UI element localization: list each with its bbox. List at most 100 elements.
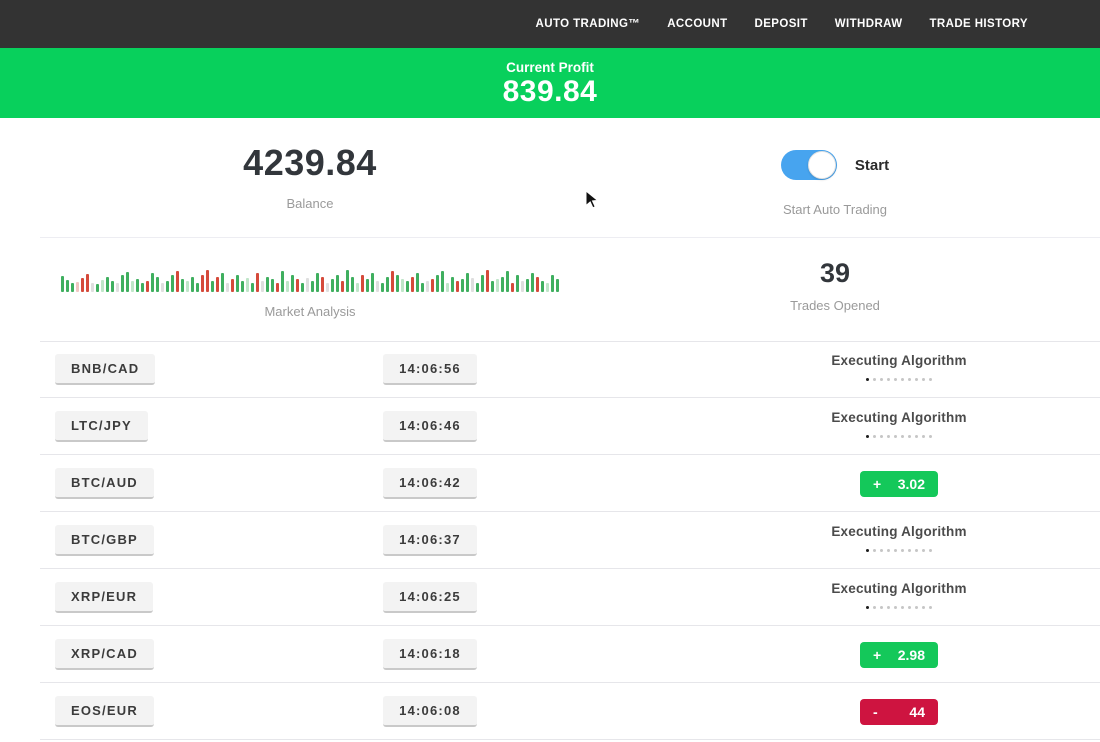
trade-row-xrp-cad: XRP/CAD14:06:18+2.98 — [0, 626, 1100, 683]
market-bar — [241, 281, 244, 292]
toggle-state-label: Start — [855, 157, 889, 174]
market-bar — [236, 275, 239, 292]
market-bar — [256, 273, 259, 292]
market-bar — [466, 273, 469, 292]
market-bar — [291, 275, 294, 292]
market-bar — [126, 272, 129, 292]
market-bar — [436, 275, 439, 292]
pair-badge: XRP/CAD — [55, 639, 154, 670]
progress-dot — [894, 435, 897, 438]
market-bar — [261, 281, 264, 292]
balance-label: Balance — [287, 196, 334, 211]
market-bar — [141, 283, 144, 292]
market-bar — [486, 270, 489, 292]
progress-dot — [873, 435, 876, 438]
trade-row-bnb-cad: BNB/CAD14:06:56Executing Algorithm — [0, 341, 1100, 398]
market-analysis-label: Market Analysis — [264, 304, 355, 319]
progress-dot — [880, 435, 883, 438]
progress-dot — [866, 435, 869, 438]
market-bar — [71, 283, 74, 292]
pair-badge: XRP/EUR — [55, 582, 153, 613]
progress-dot — [866, 549, 869, 552]
market-bar — [441, 271, 444, 292]
executing-label: Executing Algorithm — [831, 581, 966, 596]
loss-badge: - 44 — [860, 699, 938, 725]
progress-dot — [915, 435, 918, 438]
time-badge: 14:06:37 — [383, 525, 477, 556]
stats-top-row: 4239.84 Balance Start Start Auto Trading — [0, 118, 1100, 238]
progress-dot — [908, 435, 911, 438]
market-bar — [556, 279, 559, 292]
progress-dot — [880, 378, 883, 381]
result-value: 3.02 — [898, 476, 925, 492]
profit-banner: Current Profit 839.84 — [0, 48, 1100, 118]
progress-dot — [887, 606, 890, 609]
status-executing: Executing Algorithm — [831, 353, 966, 386]
progress-dot — [894, 378, 897, 381]
market-bar — [86, 274, 89, 292]
toggle-knob — [808, 151, 836, 179]
result-sign: + — [873, 476, 881, 492]
market-bar — [156, 277, 159, 292]
executing-label: Executing Algorithm — [831, 353, 966, 368]
top-nav: AUTO TRADING™ ACCOUNT DEPOSIT WITHDRAW TRADE… — [0, 0, 1100, 48]
progress-dot — [922, 606, 925, 609]
market-bar — [316, 273, 319, 292]
market-bar — [341, 281, 344, 292]
status-executing: Executing Algorithm — [831, 410, 966, 443]
nav-item-deposit[interactable]: DEPOSIT — [755, 18, 808, 30]
progress-dot — [894, 606, 897, 609]
market-bar — [96, 284, 99, 292]
progress-dot — [887, 435, 890, 438]
market-bar — [356, 283, 359, 292]
market-bar — [351, 277, 354, 292]
progress-dot — [922, 549, 925, 552]
pair-badge: EOS/EUR — [55, 696, 154, 727]
market-bar — [331, 279, 334, 292]
time-badge: 14:06:25 — [383, 582, 477, 613]
market-bar — [116, 283, 119, 292]
nav-item-account[interactable]: ACCOUNT — [667, 18, 727, 30]
market-bar — [171, 275, 174, 292]
pair-badge: BTC/GBP — [55, 525, 154, 556]
nav-item-withdraw[interactable]: WITHDRAW — [835, 18, 903, 30]
progress-dot — [922, 435, 925, 438]
market-bar — [366, 279, 369, 292]
market-bar — [66, 280, 69, 292]
market-bar — [426, 281, 429, 292]
market-bar — [186, 281, 189, 292]
start-auto-trading-toggle[interactable] — [781, 150, 837, 180]
market-bar — [376, 281, 379, 292]
result-sign: - — [873, 704, 878, 720]
progress-dot — [887, 549, 890, 552]
market-bar — [166, 281, 169, 292]
market-bar — [81, 278, 84, 292]
progress-dot — [929, 606, 932, 609]
market-bar — [211, 281, 214, 292]
market-bar — [76, 282, 79, 292]
market-bar — [461, 279, 464, 292]
market-bar — [416, 273, 419, 292]
market-bar — [271, 279, 274, 292]
market-bar — [326, 283, 329, 292]
pair-badge: LTC/JPY — [55, 411, 148, 442]
trades-list: BNB/CAD14:06:56Executing AlgorithmLTC/JP… — [0, 341, 1100, 740]
market-bar — [476, 283, 479, 292]
market-bar — [311, 281, 314, 292]
trade-row-btc-gbp: BTC/GBP14:06:37Executing Algorithm — [0, 512, 1100, 569]
time-badge: 14:06:56 — [383, 354, 477, 385]
market-bar — [161, 283, 164, 292]
nav-item-trade-history[interactable]: TRADE HISTORY — [930, 18, 1029, 30]
market-bar — [496, 279, 499, 292]
progress-dots — [866, 435, 932, 438]
market-bar — [531, 273, 534, 292]
result-value: 44 — [909, 704, 925, 720]
market-bar — [286, 281, 289, 292]
nav-item-auto-trading[interactable]: AUTO TRADING™ — [536, 18, 641, 30]
profit-banner-label: Current Profit — [506, 60, 594, 75]
market-bar — [251, 283, 254, 292]
result-sign: + — [873, 647, 881, 663]
progress-dot — [866, 606, 869, 609]
trades-opened-label: Trades Opened — [790, 298, 880, 313]
market-bar — [226, 283, 229, 292]
